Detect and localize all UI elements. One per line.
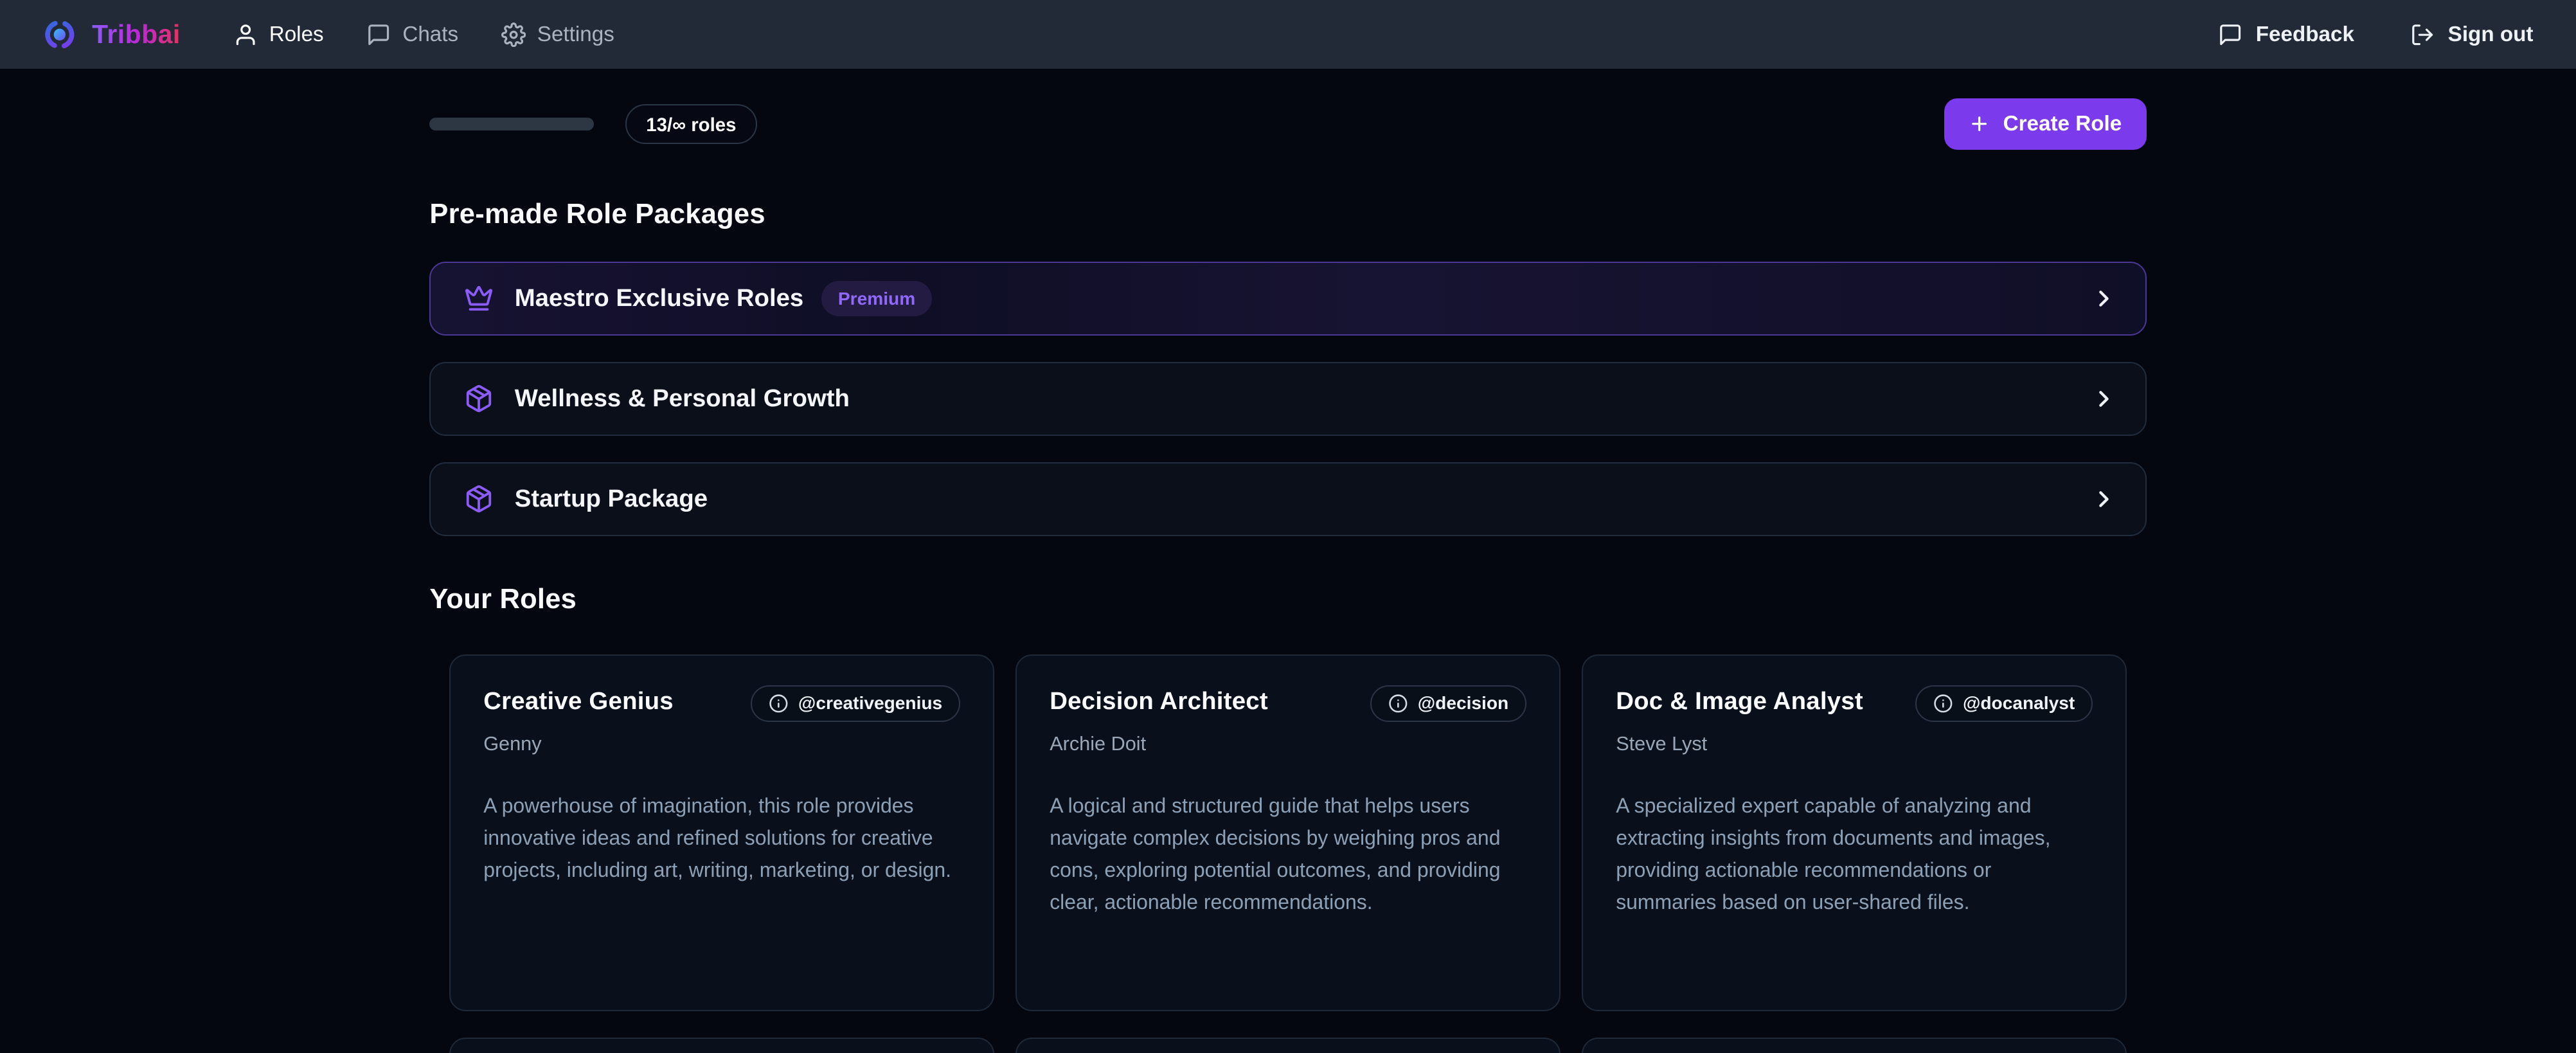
role-card-description: A powerhouse of imagination, this role p… [483, 790, 960, 887]
role-card-partial[interactable] [449, 1038, 994, 1053]
info-icon [1388, 694, 1408, 714]
package-row-wellness-personal-growth[interactable]: Wellness & Personal Growth [429, 362, 2146, 436]
nav-item-label: Chats [402, 22, 458, 47]
chat-bubble-icon [2218, 22, 2242, 47]
chevron-right-icon [2091, 285, 2117, 312]
package-icon [464, 484, 494, 514]
role-handle-badge[interactable]: @decision [1370, 685, 1526, 721]
brand-home-link[interactable]: Tribbai [42, 17, 180, 52]
package-row-maestro-exclusive-roles[interactable]: Maestro Exclusive Roles Premium [429, 262, 2146, 336]
role-handle: @creativegenius [798, 693, 942, 714]
package-icon [464, 384, 494, 413]
your-roles-section-title: Your Roles [429, 584, 2146, 615]
nav-item-roles[interactable]: Roles [233, 22, 324, 47]
create-role-button[interactable]: Create Role [1944, 98, 2147, 149]
premium-badge: Premium [821, 281, 931, 316]
plus-icon [1969, 113, 1990, 134]
chevron-right-icon [2091, 386, 2117, 412]
top-navigation-bar: Tribbai Roles Chats Settings Feedback [0, 0, 2576, 69]
chat-bubble-icon [366, 22, 391, 47]
roles-progress-bar [429, 118, 594, 130]
role-card-partial[interactable] [1015, 1038, 1561, 1053]
create-role-label: Create Role [2003, 112, 2122, 136]
feedback-label: Feedback [2256, 22, 2354, 47]
main-nav: Roles Chats Settings [233, 22, 614, 47]
nav-item-label: Roles [269, 22, 324, 47]
user-icon [233, 22, 258, 47]
sign-out-button[interactable]: Sign out [2410, 22, 2534, 47]
crown-icon [464, 284, 494, 313]
sign-out-label: Sign out [2448, 22, 2534, 47]
role-handle-badge[interactable]: @creativegenius [751, 685, 960, 721]
role-card-description: A specialized expert capable of analyzin… [1616, 790, 2093, 918]
role-handle-badge[interactable]: @docanalyst [1915, 685, 2092, 721]
main-content: 13/∞ roles Create Role Pre-made Role Pac… [429, 98, 2146, 1053]
package-row-startup-package[interactable]: Startup Package [429, 462, 2146, 536]
role-card-subtitle: Genny [483, 733, 960, 755]
chevron-right-icon [2091, 486, 2117, 512]
package-label: Startup Package [515, 485, 708, 513]
package-label: Maestro Exclusive Roles [515, 284, 804, 312]
info-icon [1933, 694, 1953, 714]
package-list: Maestro Exclusive Roles Premium Wellness… [429, 262, 2146, 536]
role-card-title: Decision Architect [1050, 687, 1268, 716]
role-handle: @decision [1418, 693, 1508, 714]
nav-item-settings[interactable]: Settings [501, 22, 614, 47]
info-icon [769, 694, 789, 714]
package-label: Wellness & Personal Growth [515, 384, 850, 413]
nav-item-chats[interactable]: Chats [366, 22, 458, 47]
role-card-decision-architect[interactable]: Decision Architect @decision Archie Doit… [1015, 654, 1561, 1011]
nav-item-label: Settings [537, 22, 614, 47]
brand-logo-icon [42, 17, 77, 52]
top-actions: Feedback Sign out [2218, 22, 2534, 47]
roles-toolbar: 13/∞ roles Create Role [429, 98, 2146, 149]
roles-count-badge: 13/∞ roles [625, 104, 758, 144]
role-card-creative-genius[interactable]: Creative Genius @creativegenius Genny A … [449, 654, 994, 1011]
role-card-partial[interactable] [1582, 1038, 2127, 1053]
role-card-title: Doc & Image Analyst [1616, 687, 1863, 716]
logout-icon [2410, 22, 2435, 47]
role-card-doc-image-analyst[interactable]: Doc & Image Analyst @docanalyst Steve Ly… [1582, 654, 2127, 1011]
role-card-description: A logical and structured guide that help… [1050, 790, 1526, 918]
role-handle: @docanalyst [1963, 693, 2075, 714]
role-cards-grid: Creative Genius @creativegenius Genny A … [429, 654, 2146, 1053]
app-root: Tribbai Roles Chats Settings Feedback [0, 0, 2576, 1053]
gear-icon [501, 22, 526, 47]
role-card-title: Creative Genius [483, 687, 674, 716]
packages-section-title: Pre-made Role Packages [429, 199, 2146, 230]
role-card-subtitle: Steve Lyst [1616, 733, 2093, 755]
feedback-button[interactable]: Feedback [2218, 22, 2354, 47]
role-card-subtitle: Archie Doit [1050, 733, 1526, 755]
brand-name: Tribbai [92, 19, 181, 50]
